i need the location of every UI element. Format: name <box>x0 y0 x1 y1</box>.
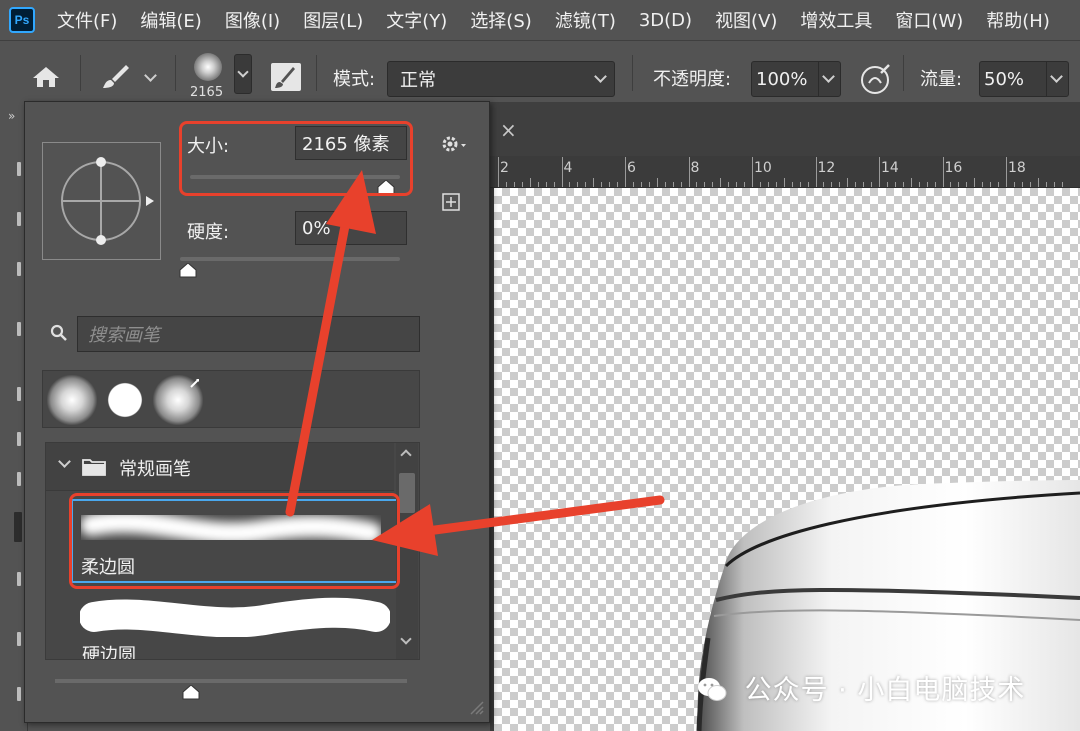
watermark-text: 公众号 · 小白电脑技术 <box>744 675 1026 706</box>
arrow-head-soft-round <box>372 504 438 556</box>
arrow-to-size-slider <box>285 200 354 517</box>
annotation-arrows <box>285 170 665 556</box>
arrow-to-soft-round <box>415 495 665 537</box>
wechat-icon <box>698 678 727 701</box>
arrow-head-size <box>326 170 376 234</box>
watermark: 公众号 · 小白电脑技术 <box>697 668 1025 707</box>
